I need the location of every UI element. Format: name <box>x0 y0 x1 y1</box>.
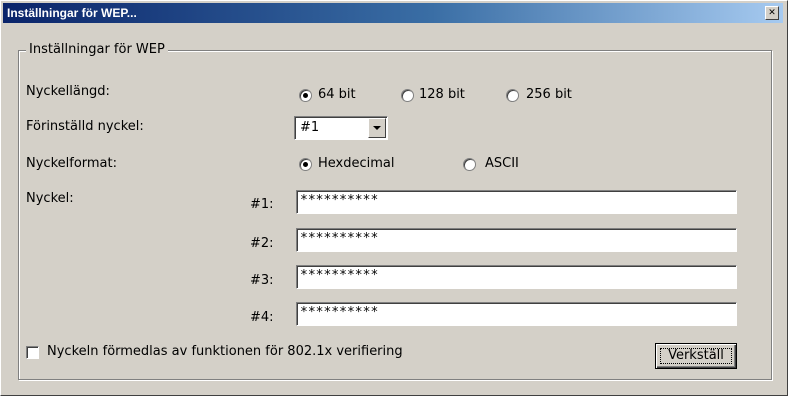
radio-64-bit-label[interactable]: 64 bit <box>318 87 356 103</box>
radio-128-bit-label[interactable]: 128 bit <box>419 87 465 103</box>
default-key-label: Förinställd nyckel: <box>26 119 144 134</box>
default-key-value: #1 <box>300 120 320 135</box>
radio-128-bit[interactable] <box>401 89 414 102</box>
radio-hexdecimal-label[interactable]: Hexdecimal <box>318 156 395 172</box>
key-length-label: Nyckellängd: <box>26 84 110 99</box>
close-icon[interactable]: ✕ <box>765 6 779 20</box>
radio-ascii-label[interactable]: ASCII <box>485 156 519 172</box>
key-format-label: Nyckelformat: <box>26 156 117 171</box>
dot1x-checkbox[interactable] <box>26 346 39 359</box>
key-2-number: #2: <box>250 236 274 251</box>
key-2-field[interactable]: ********** <box>296 228 737 252</box>
apply-button[interactable]: Verkställ <box>655 343 737 369</box>
key-3-number: #3: <box>250 273 274 288</box>
key-4-field[interactable]: ********** <box>296 302 737 326</box>
wep-settings-group <box>18 50 772 380</box>
key-4-number: #4: <box>250 310 274 325</box>
window-title: Inställningar för WEP... <box>7 6 137 20</box>
radio-64-bit[interactable] <box>299 89 312 102</box>
key-1-number: #1: <box>250 197 274 212</box>
radio-hexdecimal[interactable] <box>299 158 312 171</box>
title-bar[interactable]: Inställningar för WEP... ✕ <box>3 3 783 23</box>
key-1-field[interactable]: ********** <box>296 190 737 214</box>
dot1x-checkbox-label[interactable]: Nyckeln förmedlas av funktionen för 802.… <box>47 344 403 360</box>
default-key-select[interactable]: #1 <box>294 116 388 140</box>
apply-button-label: Verkställ <box>668 348 724 363</box>
radio-256-bit-label[interactable]: 256 bit <box>526 87 572 103</box>
group-legend: Inställningar för WEP <box>26 42 168 58</box>
chevron-down-icon[interactable] <box>368 118 386 138</box>
key-3-field[interactable]: ********** <box>296 265 737 289</box>
radio-256-bit[interactable] <box>506 89 519 102</box>
radio-ascii[interactable] <box>463 158 476 171</box>
key-label: Nyckel: <box>26 191 74 206</box>
